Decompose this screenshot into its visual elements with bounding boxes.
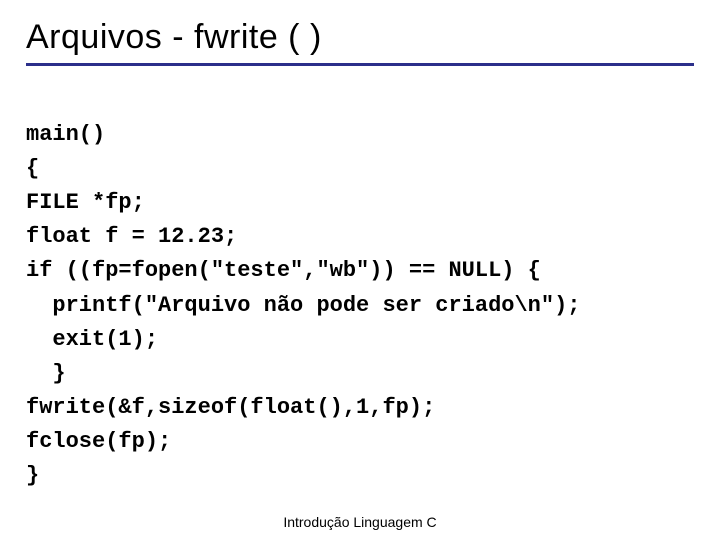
code-line: FILE *fp; (26, 190, 145, 215)
code-line: if ((fp=fopen("teste","wb")) == NULL) { (26, 258, 541, 283)
code-line: float f = 12.23; (26, 224, 237, 249)
code-line: exit(1); (26, 327, 158, 352)
slide-title: Arquivos - fwrite ( ) (26, 18, 694, 66)
code-line: } (26, 361, 66, 386)
code-line: fclose(fp); (26, 429, 171, 454)
code-line: } (26, 463, 39, 488)
code-block: main() { FILE *fp; float f = 12.23; if (… (26, 84, 694, 493)
footer-text: Introdução Linguagem C (0, 514, 720, 530)
slide: Arquivos - fwrite ( ) main() { FILE *fp;… (0, 0, 720, 540)
code-line: fwrite(&f,sizeof(float(),1,fp); (26, 395, 435, 420)
code-line: main() (26, 122, 105, 147)
code-line: { (26, 156, 39, 181)
code-line: printf("Arquivo não pode ser criado\n"); (26, 293, 581, 318)
